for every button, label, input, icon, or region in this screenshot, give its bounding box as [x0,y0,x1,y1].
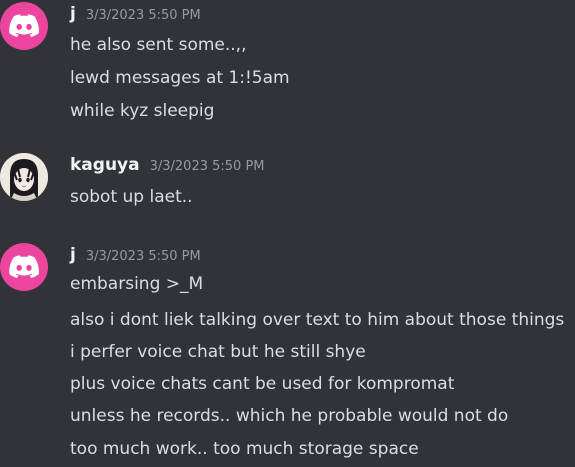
message-line: unless he records.. which he probable wo… [70,406,509,426]
message-line: plus voice chats cant be used for kompro… [70,374,455,394]
message-line: while kyz sleepig [70,101,215,121]
timestamp[interactable]: 3/3/2023 5:50 PM [86,249,201,264]
message-line: he also sent some..,, [70,35,247,55]
message-line: lewd messages at 1:!5am [70,68,290,88]
timestamp[interactable]: 3/3/2023 5:50 PM [150,159,265,174]
username[interactable]: kaguya [70,155,140,175]
message-line: sobot up laet.. [70,187,193,207]
discord-logo-icon [9,14,39,38]
message-line: too much work.. too much storage space [70,439,419,459]
username[interactable]: j [70,245,76,265]
message-header: kaguya 3/3/2023 5:50 PM [70,155,265,175]
avatar[interactable] [0,153,48,201]
anime-girl-avatar-icon [0,153,48,201]
message-line: embarsing >_M [70,274,204,294]
message-header: j 3/3/2023 5:50 PM [70,4,201,24]
username[interactable]: j [70,4,76,24]
message-header: j 3/3/2023 5:50 PM [70,245,201,265]
message-line: also i dont liek talking over text to hi… [70,310,565,330]
message-line: i perfer voice chat but he still shye [70,342,366,362]
avatar[interactable] [0,243,48,291]
discord-logo-icon [9,255,39,279]
avatar[interactable] [0,2,48,50]
timestamp[interactable]: 3/3/2023 5:50 PM [86,8,201,23]
